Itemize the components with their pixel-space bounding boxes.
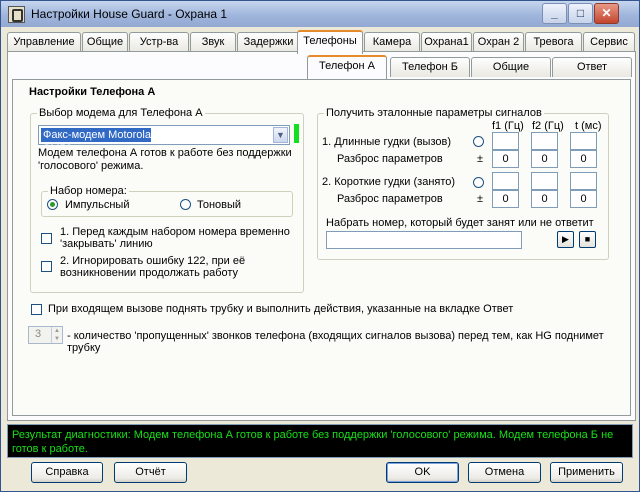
tab-zvuk[interactable]: Звук bbox=[190, 32, 236, 52]
modem-status-line1: Модем телефона А готов к работе без подд… bbox=[38, 147, 292, 159]
dial-mode-legend: Набор номера: bbox=[48, 185, 129, 197]
long-f1-field[interactable] bbox=[492, 132, 519, 150]
report-button[interactable]: Отчёт bbox=[114, 462, 187, 483]
missed-calls-spinner[interactable]: 3 ▲ ▼ bbox=[28, 326, 63, 344]
window-title: Настройки House Guard - Охрана 1 bbox=[31, 7, 228, 21]
col-f2-header: f2 (Гц) bbox=[532, 120, 564, 132]
missed-calls-value: 3 bbox=[35, 328, 42, 340]
pulse-label: Импульсный bbox=[65, 199, 130, 211]
short-spread-t[interactable]: 0 bbox=[570, 190, 597, 208]
tab-servis[interactable]: Сервис bbox=[583, 32, 635, 52]
close-line-label-2: 'закрывать' линию bbox=[60, 238, 153, 250]
minimize-button[interactable]: _ bbox=[542, 3, 567, 24]
long-beeps-radio[interactable] bbox=[473, 136, 484, 147]
close-line-checkbox[interactable] bbox=[41, 233, 52, 244]
dial-number-input[interactable] bbox=[326, 231, 522, 249]
diagnostics-line2: готов к работе. bbox=[12, 443, 88, 455]
maximize-button[interactable]: □ bbox=[568, 3, 593, 24]
long-f2-field[interactable] bbox=[531, 132, 558, 150]
diagnostics-line1: Результат диагностики: Модем телефона А … bbox=[12, 429, 614, 441]
long-plus-minus: ± bbox=[477, 153, 484, 165]
tone-radio[interactable] bbox=[180, 199, 191, 210]
spinner-arrows-icon[interactable]: ▲ ▼ bbox=[51, 327, 62, 343]
long-spread-label: Разброс параметров bbox=[337, 153, 443, 165]
apply-button[interactable]: Применить bbox=[550, 462, 623, 483]
short-plus-minus: ± bbox=[477, 193, 484, 205]
signals-group-legend: Получить эталонные параметры сигналов bbox=[324, 107, 544, 119]
long-spread-t[interactable]: 0 bbox=[570, 150, 597, 168]
modem-selected-value: Факс-модем Motorola SM56 bbox=[41, 128, 151, 155]
tab-phone-a[interactable]: Телефон А bbox=[307, 55, 387, 79]
long-t-field[interactable] bbox=[570, 132, 597, 150]
modem-group-legend: Выбор модема для Телефона А bbox=[37, 107, 205, 119]
ignore-error-label-2: возникновении продолжать работу bbox=[60, 267, 239, 279]
ignore-error-checkbox[interactable] bbox=[41, 261, 52, 272]
short-spread-label: Разброс параметров bbox=[337, 193, 443, 205]
col-f1-header: f1 (Гц) bbox=[492, 120, 524, 132]
settings-window: Настройки House Guard - Охрана 1 _ □ ✕ У… bbox=[0, 0, 640, 492]
close-button[interactable]: ✕ bbox=[594, 3, 619, 24]
short-beeps-radio[interactable] bbox=[473, 177, 484, 188]
tab-phone-b[interactable]: Телефон Б bbox=[390, 57, 470, 77]
tab-obshchie[interactable]: Общие bbox=[82, 32, 128, 52]
col-t-header: t (мс) bbox=[575, 120, 602, 132]
modem-status-line2: 'голосового' режима. bbox=[38, 160, 144, 172]
short-spread-f1[interactable]: 0 bbox=[492, 190, 519, 208]
tab-okhrana1[interactable]: Охрана1 bbox=[421, 32, 472, 52]
dial-number-label: Набрать номер, который будет занят или н… bbox=[326, 217, 594, 229]
tab-zaderzhki[interactable]: Задержки bbox=[237, 32, 300, 52]
stop-icon[interactable]: ■ bbox=[579, 231, 596, 248]
short-spread-f2[interactable]: 0 bbox=[531, 190, 558, 208]
section-title: Настройки Телефона А bbox=[29, 86, 156, 98]
tab-trevoga[interactable]: Тревога bbox=[525, 32, 582, 52]
long-spread-f1[interactable]: 0 bbox=[492, 150, 519, 168]
app-icon bbox=[8, 6, 25, 23]
chevron-down-icon[interactable]: ▼ bbox=[273, 127, 288, 143]
tab-telefony[interactable]: Телефоны bbox=[297, 30, 363, 54]
diagnostics-output: Результат диагностики: Модем телефона А … bbox=[7, 424, 633, 458]
tab-kamera[interactable]: Камера bbox=[364, 32, 420, 52]
missed-calls-label-2: трубку bbox=[67, 342, 101, 354]
tab-upravlenie[interactable]: Управление bbox=[7, 32, 81, 52]
cancel-button[interactable]: Отмена bbox=[468, 462, 541, 483]
pulse-radio[interactable] bbox=[47, 199, 58, 210]
help-button[interactable]: Справка bbox=[31, 462, 103, 483]
incoming-call-checkbox[interactable] bbox=[31, 304, 42, 315]
close-line-label-1: 1. Перед каждым набором номера временно bbox=[60, 226, 290, 238]
long-spread-f2[interactable]: 0 bbox=[531, 150, 558, 168]
tab-okhrana2[interactable]: Охран 2 bbox=[473, 32, 524, 52]
short-f1-field[interactable] bbox=[492, 172, 519, 190]
tab-ustroistva[interactable]: Устр-ва bbox=[129, 32, 189, 52]
play-icon[interactable]: ▶ bbox=[557, 231, 574, 248]
short-t-field[interactable] bbox=[570, 172, 597, 190]
ignore-error-label-1: 2. Игнорировать ошибку 122, при её bbox=[60, 255, 246, 267]
short-beeps-label: 2. Короткие гудки (занято) bbox=[322, 176, 456, 188]
tab-common[interactable]: Общие bbox=[471, 57, 551, 77]
incoming-call-label: При входящем вызове поднять трубку и вып… bbox=[48, 303, 514, 315]
tab-answer[interactable]: Ответ bbox=[552, 57, 632, 77]
ok-button[interactable]: OK bbox=[386, 462, 459, 483]
missed-calls-label-1: - количество 'пропущенных' звонков телеф… bbox=[67, 330, 604, 342]
tone-label: Тоновый bbox=[197, 199, 242, 211]
modem-status-indicator bbox=[294, 124, 299, 143]
modem-select[interactable]: Факс-модем Motorola SM56 ▼ bbox=[38, 125, 290, 155]
short-f2-field[interactable] bbox=[531, 172, 558, 190]
long-beeps-label: 1. Длинные гудки (вызов) bbox=[322, 136, 452, 148]
title-bar[interactable]: Настройки House Guard - Охрана 1 _ □ ✕ bbox=[1, 1, 639, 27]
